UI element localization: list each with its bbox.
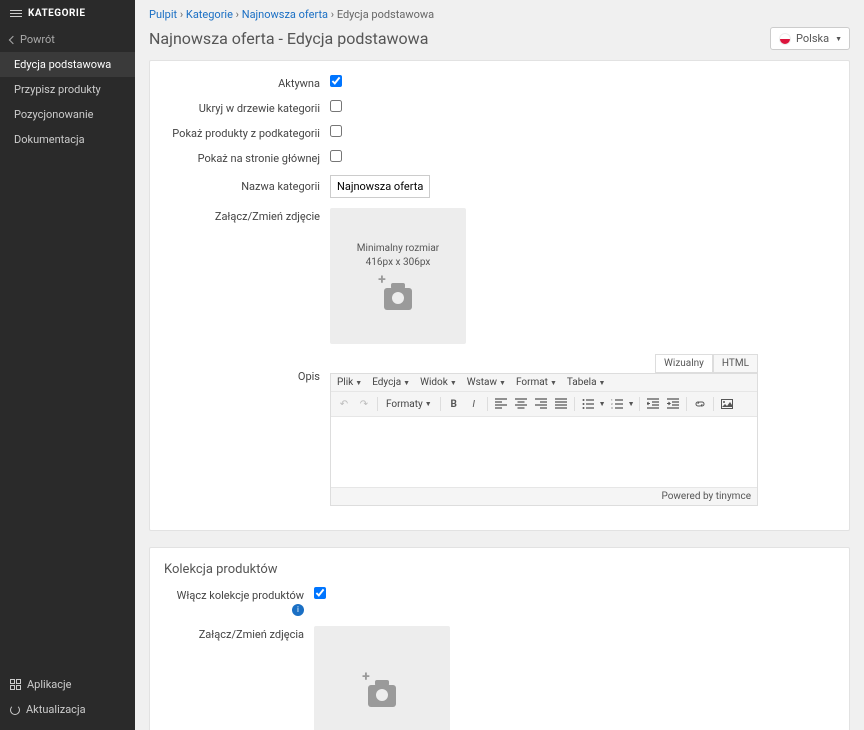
footer-apps[interactable]: Aplikacje bbox=[0, 672, 135, 697]
sidebar-item-assign-products[interactable]: Przypisz produkty bbox=[0, 77, 135, 102]
menu-icon[interactable] bbox=[10, 8, 22, 19]
footer-apps-label: Aplikacje bbox=[27, 678, 71, 691]
plus-icon: + bbox=[376, 274, 388, 286]
undo-button[interactable]: ↶ bbox=[335, 395, 353, 413]
sidebar: KATEGORIE Powrót Edycja podstawowa Przyp… bbox=[0, 0, 135, 730]
menu-format[interactable]: Format▼ bbox=[516, 377, 557, 388]
align-justify-button[interactable] bbox=[552, 395, 570, 413]
image-label: Załącz/Zmień zdjęcie bbox=[164, 208, 330, 223]
description-label: Opis bbox=[164, 354, 330, 383]
language-label: Polska bbox=[796, 32, 829, 45]
hide-tree-checkbox[interactable] bbox=[330, 100, 342, 112]
breadcrumb-kategorie[interactable]: Kategorie bbox=[186, 8, 233, 21]
editor-tab-html[interactable]: HTML bbox=[713, 354, 758, 373]
collection-title: Kolekcja produktów bbox=[164, 562, 835, 577]
breadcrumb: Pulpit › Kategorie › Najnowsza oferta › … bbox=[149, 8, 850, 21]
collection-image-label: Załącz/Zmień zdjęcia bbox=[164, 626, 314, 641]
bullet-list-caret[interactable]: ▼ bbox=[599, 400, 606, 408]
bold-button[interactable]: B bbox=[445, 395, 463, 413]
show-home-label: Pokaż na stronie głównej bbox=[164, 150, 330, 165]
collection-panel: Kolekcja produktów Włącz kolekcje produk… bbox=[149, 547, 850, 730]
basic-edit-panel: Aktywna Ukryj w drzewie kategorii Pokaż … bbox=[149, 60, 850, 531]
refresh-icon bbox=[10, 705, 20, 715]
plus-icon: + bbox=[360, 671, 372, 683]
category-name-input[interactable] bbox=[330, 175, 430, 198]
hide-tree-label: Ukryj w drzewie kategorii bbox=[164, 100, 330, 115]
sidebar-title: KATEGORIE bbox=[0, 0, 135, 27]
show-sub-checkbox[interactable] bbox=[330, 125, 342, 137]
active-label: Aktywna bbox=[164, 75, 330, 90]
number-list-button[interactable]: 123 bbox=[608, 395, 626, 413]
footer-update-label: Aktualizacja bbox=[26, 703, 86, 716]
editor-content[interactable] bbox=[331, 417, 757, 487]
sidebar-item-documentation[interactable]: Dokumentacja bbox=[0, 127, 135, 152]
breadcrumb-current: Edycja podstawowa bbox=[337, 8, 434, 21]
flag-icon bbox=[779, 33, 791, 45]
show-sub-label: Pokaż produkty z podkategorii bbox=[164, 125, 330, 140]
redo-button[interactable]: ↷ bbox=[355, 395, 373, 413]
page-title: Najnowsza oferta - Edycja podstawowa bbox=[149, 29, 428, 48]
language-selector[interactable]: Polska ▼ bbox=[770, 27, 850, 50]
editor-tab-visual[interactable]: Wizualny bbox=[655, 354, 713, 373]
number-list-caret[interactable]: ▼ bbox=[628, 400, 635, 408]
sidebar-item-positioning[interactable]: Pozycjonowanie bbox=[0, 102, 135, 127]
back-label: Powrót bbox=[20, 33, 55, 46]
footer-update[interactable]: Aktualizacja bbox=[0, 697, 135, 722]
enable-collections-checkbox[interactable] bbox=[314, 587, 326, 599]
camera-icon bbox=[384, 288, 412, 310]
menu-insert[interactable]: Wstaw▼ bbox=[467, 377, 506, 388]
wysiwyg-editor: Plik▼ Edycja▼ Widok▼ Wstaw▼ Format▼ Tabe… bbox=[330, 373, 758, 506]
apps-icon bbox=[10, 679, 21, 690]
align-right-button[interactable] bbox=[532, 395, 550, 413]
sidebar-item-edit-basic[interactable]: Edycja podstawowa bbox=[0, 52, 135, 77]
active-checkbox[interactable] bbox=[330, 75, 342, 87]
back-link[interactable]: Powrót bbox=[0, 27, 135, 52]
align-center-button[interactable] bbox=[512, 395, 530, 413]
camera-icon bbox=[368, 685, 396, 707]
menu-table[interactable]: Tabela▼ bbox=[567, 377, 606, 388]
min-size-line1: Minimalny rozmiar bbox=[357, 242, 439, 256]
min-size-line2: 416px x 306px bbox=[357, 256, 439, 270]
sidebar-title-text: KATEGORIE bbox=[28, 8, 85, 19]
image-upload[interactable]: Minimalny rozmiar 416px x 306px + bbox=[330, 208, 466, 344]
outdent-button[interactable] bbox=[644, 395, 662, 413]
collection-image-upload[interactable]: + bbox=[314, 626, 450, 730]
show-home-checkbox[interactable] bbox=[330, 150, 342, 162]
chevron-left-icon bbox=[9, 35, 17, 43]
category-name-label: Nazwa kategorii bbox=[164, 175, 330, 193]
menu-edit[interactable]: Edycja▼ bbox=[372, 377, 410, 388]
info-icon[interactable]: i bbox=[292, 604, 304, 616]
bullet-list-button[interactable] bbox=[579, 395, 597, 413]
svg-text:3: 3 bbox=[611, 406, 613, 410]
chevron-down-icon: ▼ bbox=[835, 35, 842, 43]
enable-collections-label: Włącz kolekcje produktów i bbox=[164, 587, 314, 616]
editor-footer: Powered by tinymce bbox=[331, 487, 757, 505]
menu-file[interactable]: Plik▼ bbox=[337, 377, 362, 388]
menu-view[interactable]: Widok▼ bbox=[420, 377, 457, 388]
image-button[interactable] bbox=[718, 395, 736, 413]
breadcrumb-najnowsza[interactable]: Najnowsza oferta bbox=[242, 8, 328, 21]
formats-dropdown[interactable]: Formaty▼ bbox=[382, 399, 436, 410]
breadcrumb-pulpit[interactable]: Pulpit bbox=[149, 8, 177, 21]
main: Pulpit › Kategorie › Najnowsza oferta › … bbox=[135, 0, 864, 730]
indent-button[interactable] bbox=[664, 395, 682, 413]
align-left-button[interactable] bbox=[492, 395, 510, 413]
italic-button[interactable]: I bbox=[465, 395, 483, 413]
link-button[interactable] bbox=[691, 395, 709, 413]
